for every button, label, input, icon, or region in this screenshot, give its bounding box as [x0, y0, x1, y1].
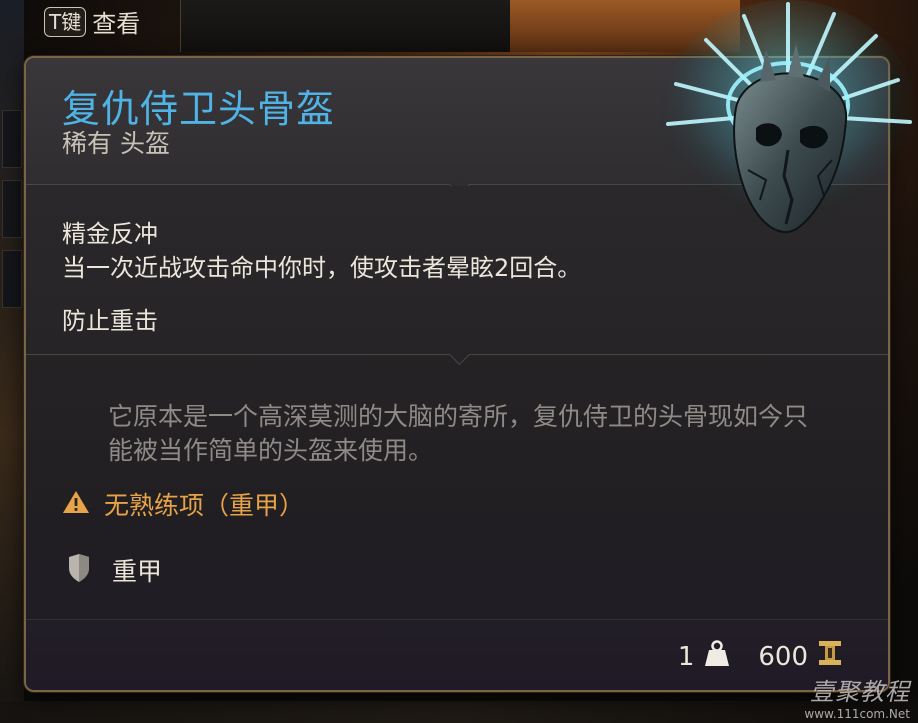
watermark-main: 壹聚教程 — [810, 678, 910, 706]
background-slot — [2, 110, 22, 168]
background-slot — [2, 250, 22, 308]
proficiency-warning: 无熟练项（重甲） — [62, 486, 304, 522]
background-slot — [2, 180, 22, 238]
proficiency-label: 重甲 — [112, 557, 163, 586]
weight-value: 1 — [677, 641, 695, 672]
gold-coin-icon — [818, 640, 842, 673]
effect-name: 精金反冲 — [62, 220, 158, 248]
background-top-panel — [180, 0, 512, 52]
helmet-art — [648, 0, 918, 300]
passive-effect: 防止重击 — [62, 307, 158, 335]
flavor-text: 它原本是一个高深莫测的大脑的寄所，复仇侍卫的头骨现如今只能被当作简单的头盔来使用… — [108, 402, 809, 465]
keycap-t: T键 — [44, 6, 87, 37]
view-hint[interactable]: T键 查看 — [44, 4, 140, 39]
item-stats: 1 600 — [678, 639, 842, 674]
armor-proficiency: 重甲 — [68, 552, 162, 588]
item-rarity-type: 稀有 头盔 — [62, 129, 170, 158]
watermark: 壹聚教程 www.111com.Net — [804, 672, 910, 721]
watermark-url: www.111com.Net — [804, 707, 910, 721]
warning-icon — [62, 489, 90, 519]
warning-text: 无熟练项（重甲） — [104, 491, 305, 520]
gold-value: 600 — [758, 641, 808, 672]
armor-shield-icon — [68, 554, 90, 586]
weight-icon — [704, 639, 730, 674]
view-hint-label: 查看 — [92, 10, 141, 38]
effect-description: 当一次近战攻击命中你时，使攻击者晕眩2回合。 — [62, 254, 582, 282]
background-bottom-strip — [0, 701, 918, 723]
background-left-edge — [0, 0, 24, 723]
